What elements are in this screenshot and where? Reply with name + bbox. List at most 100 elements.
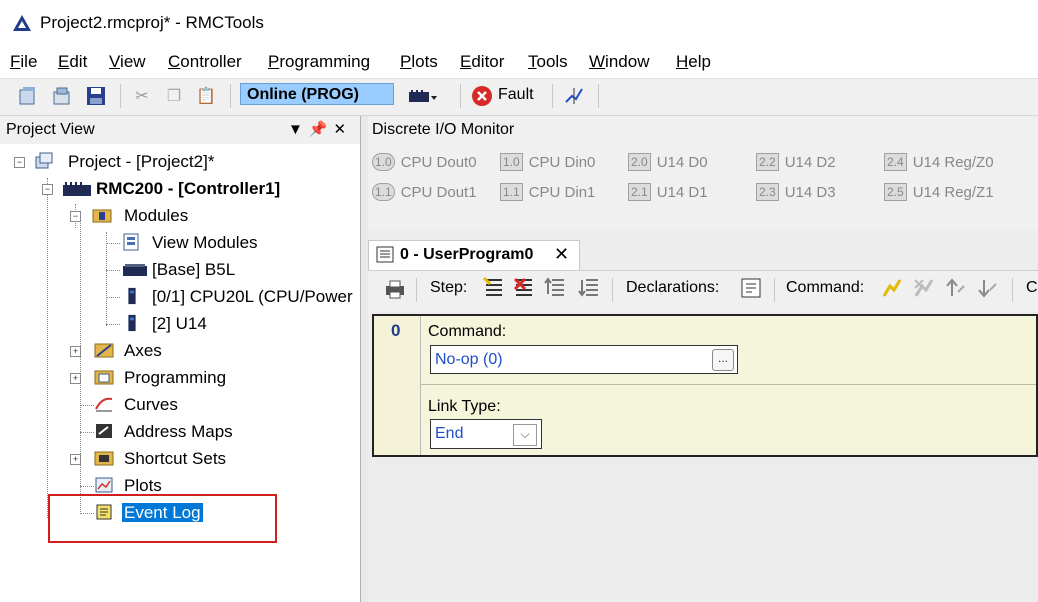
collapse-toggle[interactable]: − — [42, 184, 53, 195]
pin-icon[interactable]: 📌 — [309, 121, 334, 138]
io-badge: 2.3 — [756, 183, 779, 201]
toolbar-separator — [598, 84, 599, 108]
tune-icon[interactable] — [562, 84, 586, 108]
command-field[interactable]: No-op (0) — [430, 345, 738, 374]
panel-dropdown-icon[interactable]: ▼ — [288, 121, 309, 138]
discrete-io-title: Discrete I/O Monitor — [372, 121, 515, 138]
cut-icon[interactable]: ✂ — [130, 84, 154, 108]
command-label: Command: — [786, 279, 865, 296]
menu-editor[interactable]: Editor — [460, 52, 504, 72]
command-browse-button[interactable]: ... — [712, 349, 734, 371]
toolbar-separator — [1012, 278, 1013, 302]
tree-item-modules[interactable]: Modules — [124, 206, 188, 226]
insert-command-icon[interactable] — [880, 276, 904, 300]
toolbar-separator — [612, 278, 613, 302]
expand-toggle[interactable]: + — [70, 454, 81, 465]
menu-file[interactable]: File — [10, 52, 37, 72]
tree-item-plots[interactable]: Plots — [124, 476, 162, 496]
io-u14-reg-z0[interactable]: 2.4 U14 Reg/Z0 — [884, 153, 994, 171]
insert-step-icon[interactable] — [482, 276, 506, 300]
io-u14-d1[interactable]: 2.1 U14 D1 — [628, 183, 708, 201]
menu-programming[interactable]: Programming — [268, 52, 370, 72]
move-step-up-icon[interactable] — [544, 276, 568, 300]
save-icon[interactable] — [84, 84, 108, 108]
copy-icon[interactable]: ❐ — [162, 84, 186, 108]
new-project-icon[interactable] — [16, 84, 40, 108]
io-label: CPU Din1 — [528, 183, 596, 201]
tree-item-axes[interactable]: Axes — [124, 341, 162, 361]
menu-plots[interactable]: Plots — [400, 52, 438, 72]
tree-item-shortcut-sets[interactable]: Shortcut Sets — [124, 449, 226, 469]
toolbar-separator — [552, 84, 553, 108]
io-badge: 2.5 — [884, 183, 907, 201]
tree-item-curves[interactable]: Curves — [124, 395, 178, 415]
command-up-icon[interactable] — [944, 276, 968, 300]
modules-icon — [92, 209, 112, 223]
delete-command-icon[interactable] — [912, 276, 936, 300]
menu-view[interactable]: View — [109, 52, 146, 72]
move-step-down-icon[interactable] — [578, 276, 602, 300]
editor-empty-area — [370, 457, 1038, 602]
io-cpu-din1[interactable]: 1.1 CPU Din1 — [500, 183, 595, 201]
fault-label[interactable]: Fault — [498, 86, 534, 104]
command-down-icon[interactable] — [976, 276, 1000, 300]
io-badge: 1.1 — [372, 183, 395, 201]
close-icon[interactable]: ✕ — [334, 121, 353, 138]
io-cpu-dout0[interactable]: 1.0 CPU Dout0 — [372, 153, 477, 171]
collapse-toggle[interactable]: − — [14, 157, 25, 168]
expand-toggle[interactable]: + — [70, 346, 81, 357]
io-cpu-din0[interactable]: 1.0 CPU Din0 — [500, 153, 595, 171]
chevron-down-icon[interactable]: ⌵ — [513, 424, 537, 446]
plots-icon — [95, 477, 113, 493]
io-badge: 1.1 — [500, 183, 523, 201]
menu-controller[interactable]: Controller — [168, 52, 242, 72]
tab-close-icon[interactable]: ✕ — [554, 244, 569, 265]
io-label: U14 D3 — [784, 183, 836, 201]
step-number[interactable]: 0 — [391, 321, 400, 341]
tree-item-controller[interactable]: RMC200 - [Controller1] — [96, 179, 280, 199]
app-logo-icon — [13, 15, 31, 31]
tree-item-base[interactable]: [Base] B5L — [152, 260, 235, 280]
controller-icon — [63, 182, 91, 196]
paste-icon[interactable]: 📋 — [194, 84, 218, 108]
io-badge: 2.0 — [628, 153, 651, 171]
collapse-toggle[interactable]: − — [70, 211, 81, 222]
toolbar-separator — [230, 84, 231, 108]
connection-status: Online (PROG) — [240, 83, 394, 105]
fault-icon[interactable] — [470, 84, 494, 108]
menu-help[interactable]: Help — [676, 52, 711, 72]
open-project-icon[interactable] — [50, 84, 74, 108]
toolbar-separator — [416, 278, 417, 302]
io-badge: 2.4 — [884, 153, 907, 171]
tree-line — [80, 432, 94, 433]
menu-bar — [0, 48, 1038, 78]
tree-item-address-maps[interactable]: Address Maps — [124, 422, 233, 442]
io-cpu-dout1[interactable]: 1.1 CPU Dout1 — [372, 183, 477, 201]
tree-item-cpu[interactable]: [0/1] CPU20L (CPU/Power — [152, 287, 353, 307]
menu-edit[interactable]: Edit — [58, 52, 87, 72]
io-u14-d0[interactable]: 2.0 U14 D0 — [628, 153, 708, 171]
expand-toggle[interactable]: + — [70, 373, 81, 384]
toolbar-separator — [460, 84, 461, 108]
menu-window[interactable]: Window — [589, 52, 649, 72]
window-title: Project2.rmcproj* - RMCTools — [40, 13, 264, 32]
io-badge: 1.0 — [500, 153, 523, 171]
tree-line — [80, 405, 94, 406]
io-u14-d2[interactable]: 2.2 U14 D2 — [756, 153, 836, 171]
io-u14-reg-z1[interactable]: 2.5 U14 Reg/Z1 — [884, 183, 994, 201]
tree-item-programming[interactable]: Programming — [124, 368, 226, 388]
tree-item-project[interactable]: Project - [Project2]* — [68, 152, 214, 172]
delete-step-icon[interactable] — [512, 276, 536, 300]
tree-item-view-modules[interactable]: View Modules — [152, 233, 258, 253]
tree-item-u14[interactable]: [2] U14 — [152, 314, 207, 334]
io-u14-d3[interactable]: 2.3 U14 D3 — [756, 183, 836, 201]
tree-line — [106, 232, 107, 326]
view-modules-icon — [123, 233, 139, 251]
menu-tools[interactable]: Tools — [528, 52, 568, 72]
controller-select-icon[interactable] — [406, 84, 440, 108]
declarations-icon[interactable] — [740, 277, 762, 299]
io-label: U14 D2 — [784, 153, 836, 171]
u14-module-icon — [128, 314, 136, 332]
print-icon[interactable] — [384, 278, 406, 300]
shortcut-sets-icon — [94, 451, 114, 466]
